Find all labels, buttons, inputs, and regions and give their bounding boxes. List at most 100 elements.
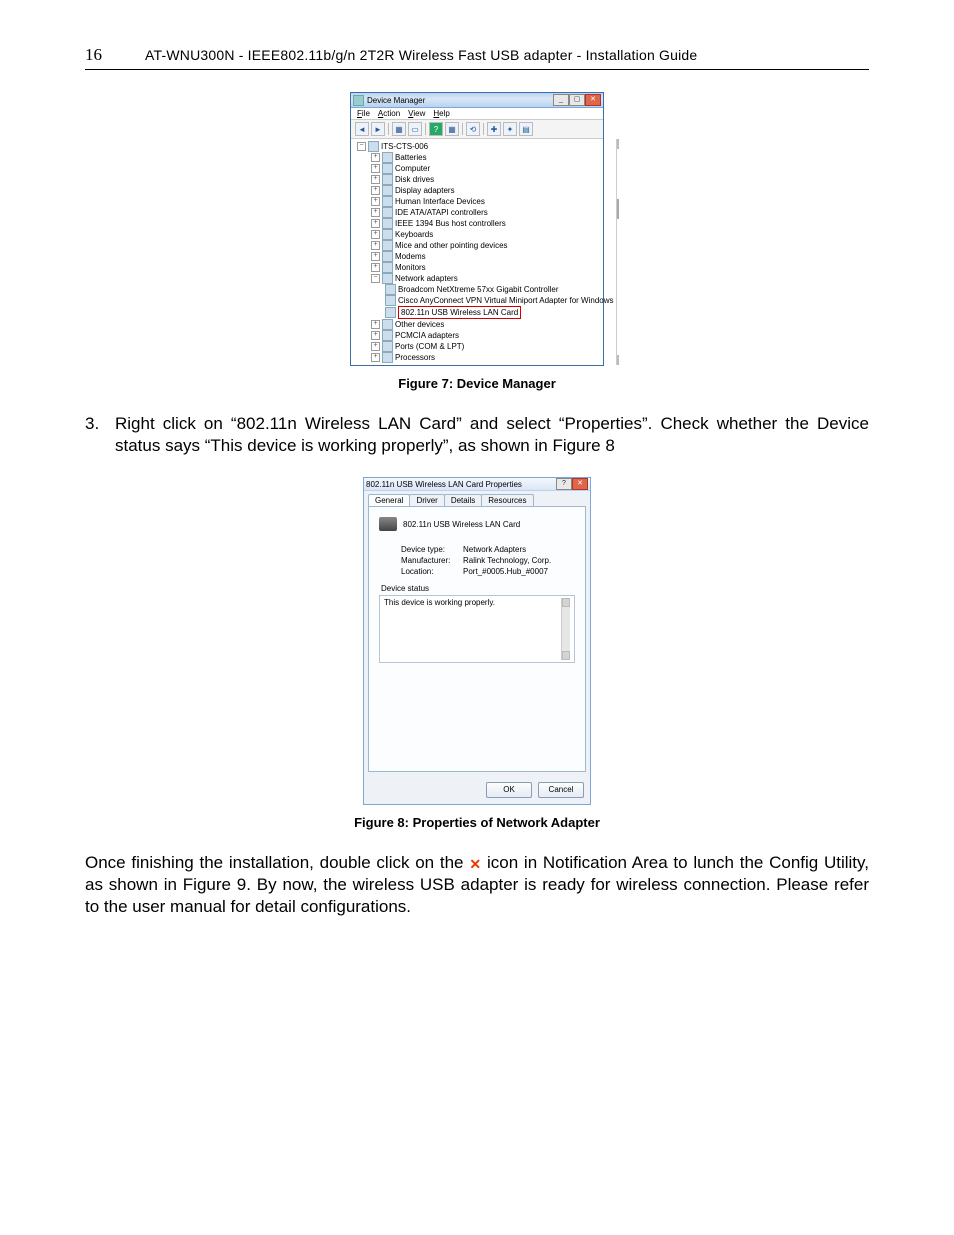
menu-file[interactable]: FFileile (357, 109, 370, 118)
mouse-icon (382, 240, 393, 251)
expand-icon[interactable]: + (371, 197, 380, 206)
expand-icon[interactable]: + (371, 353, 380, 362)
value: Ralink Technology, Corp. (463, 556, 551, 565)
tool-icon[interactable]: ▦ (392, 122, 406, 136)
expand-icon[interactable]: + (371, 208, 380, 217)
tree-node[interactable]: +Mice and other pointing devices (357, 240, 614, 251)
toolbar: ◄ ► ▦ ▭ ? ▦ ⟲ ✚ ✦ ▤ (351, 120, 603, 139)
tool-icon[interactable]: ⟲ (466, 122, 480, 136)
tool-icon[interactable]: ▦ (445, 122, 459, 136)
menu-help[interactable]: Help (433, 109, 449, 118)
window-titlebar: Device Manager _ ▢ ✕ (351, 93, 603, 108)
tree-node-network[interactable]: −Network adapters (357, 273, 614, 284)
device-status-box: This device is working properly. (379, 595, 575, 663)
tree-node[interactable]: +Computer (357, 163, 614, 174)
computer-icon (382, 163, 393, 174)
expand-icon[interactable]: + (371, 164, 380, 173)
pcmcia-icon (382, 330, 393, 341)
figure-7-caption: Figure 7: Device Manager (85, 376, 869, 391)
help-icon[interactable]: ? (429, 122, 443, 136)
network-icon (382, 273, 393, 284)
menu-action[interactable]: Action (378, 109, 400, 118)
separator (388, 123, 389, 135)
minimize-button[interactable]: _ (553, 94, 569, 106)
tab-details[interactable]: Details (444, 494, 482, 506)
ieee1394-icon (382, 218, 393, 229)
menubar: FFileile Action View Help (351, 108, 603, 120)
tool-icon[interactable]: ✦ (503, 122, 517, 136)
value: Port_#0005.Hub_#0007 (463, 567, 548, 576)
cancel-button[interactable]: Cancel (538, 782, 584, 798)
dialog-titlebar: 802.11n USB Wireless LAN Card Properties… (364, 478, 590, 491)
expand-icon[interactable]: + (371, 252, 380, 261)
expand-icon[interactable]: + (371, 219, 380, 228)
close-button[interactable]: ✕ (572, 478, 588, 490)
monitor-icon (382, 262, 393, 273)
list-number: 3. (85, 413, 115, 457)
tree-node[interactable]: +Monitors (357, 262, 614, 273)
tree-node[interactable]: +Human Interface Devices (357, 196, 614, 207)
kv-manufacturer: Manufacturer: Ralink Technology, Corp. (401, 556, 575, 565)
expand-icon[interactable]: + (371, 241, 380, 250)
device-status-text: This device is working properly. (384, 598, 561, 660)
menu-view[interactable]: View (408, 109, 425, 118)
tab-panel-general: 802.11n USB Wireless LAN Card Device typ… (368, 506, 586, 772)
tree-node[interactable]: +Keyboards (357, 229, 614, 240)
tree-node[interactable]: +Ports (COM & LPT) (357, 341, 614, 352)
device-name: 802.11n USB Wireless LAN Card (403, 520, 520, 529)
expand-icon[interactable]: + (371, 320, 380, 329)
expand-icon[interactable]: + (371, 331, 380, 340)
adapter-icon (385, 307, 396, 318)
scroll-thumb[interactable] (617, 199, 619, 219)
adapter-icon (385, 284, 396, 295)
tree-node[interactable]: +Display adapters (357, 185, 614, 196)
tab-resources[interactable]: Resources (481, 494, 533, 506)
tab-general[interactable]: General (368, 494, 410, 506)
tree-node[interactable]: +Processors (357, 352, 614, 363)
close-button[interactable]: ✕ (585, 94, 601, 106)
dialog-title: 802.11n USB Wireless LAN Card Properties (366, 480, 556, 489)
tree-leaf-highlighted[interactable]: 802.11n USB Wireless LAN Card (357, 306, 614, 319)
vertical-scrollbar[interactable] (561, 598, 570, 660)
tree-node[interactable]: +PCMCIA adapters (357, 330, 614, 341)
collapse-icon[interactable]: − (371, 274, 380, 283)
label: Device type: (401, 545, 463, 554)
page-number: 16 (85, 45, 105, 65)
expand-icon[interactable]: + (371, 153, 380, 162)
back-button[interactable]: ◄ (355, 122, 369, 136)
tool-icon[interactable]: ▤ (519, 122, 533, 136)
collapse-icon[interactable]: − (357, 142, 366, 151)
document-title: AT-WNU300N - IEEE802.11b/g/n 2T2R Wirele… (145, 47, 697, 63)
expand-icon[interactable]: + (371, 342, 380, 351)
kv-device-type: Device type: Network Adapters (401, 545, 575, 554)
tree-node[interactable]: +Disk drives (357, 174, 614, 185)
expand-icon[interactable]: + (371, 230, 380, 239)
tab-strip: General Driver Details Resources (364, 491, 590, 506)
vertical-scrollbar[interactable] (616, 139, 617, 365)
tree-node[interactable]: +IEEE 1394 Bus host controllers (357, 218, 614, 229)
tab-driver[interactable]: Driver (409, 494, 444, 506)
expand-icon[interactable]: + (371, 175, 380, 184)
tool-icon[interactable]: ▭ (408, 122, 422, 136)
disk-icon (382, 174, 393, 185)
expand-icon[interactable]: + (371, 186, 380, 195)
tree-leaf[interactable]: Broadcom NetXtreme 57xx Gigabit Controll… (357, 284, 614, 295)
maximize-button[interactable]: ▢ (569, 94, 585, 106)
tree-leaf[interactable]: Cisco AnyConnect VPN Virtual Miniport Ad… (357, 295, 614, 306)
tree-node[interactable]: +Other devices (357, 319, 614, 330)
tree-node[interactable]: +IDE ATA/ATAPI controllers (357, 207, 614, 218)
tool-icon[interactable]: ✚ (487, 122, 501, 136)
window-title: Device Manager (367, 96, 553, 105)
device-manager-window: Device Manager _ ▢ ✕ FFileile Action Vie… (350, 92, 604, 366)
tree-node[interactable]: +Batteries (357, 152, 614, 163)
help-button[interactable]: ? (556, 478, 572, 490)
expand-icon[interactable]: + (371, 263, 380, 272)
device-tree[interactable]: − ITS-CTS-006 +Batteries +Computer +Disk… (351, 139, 616, 365)
tray-utility-icon: ✕ (469, 858, 481, 870)
forward-button[interactable]: ► (371, 122, 385, 136)
tree-node[interactable]: +Modems (357, 251, 614, 262)
tree-root[interactable]: − ITS-CTS-006 (357, 141, 614, 152)
closing-text-1: Once finishing the installation, double … (85, 853, 464, 872)
processor-icon (382, 352, 393, 363)
ok-button[interactable]: OK (486, 782, 532, 798)
